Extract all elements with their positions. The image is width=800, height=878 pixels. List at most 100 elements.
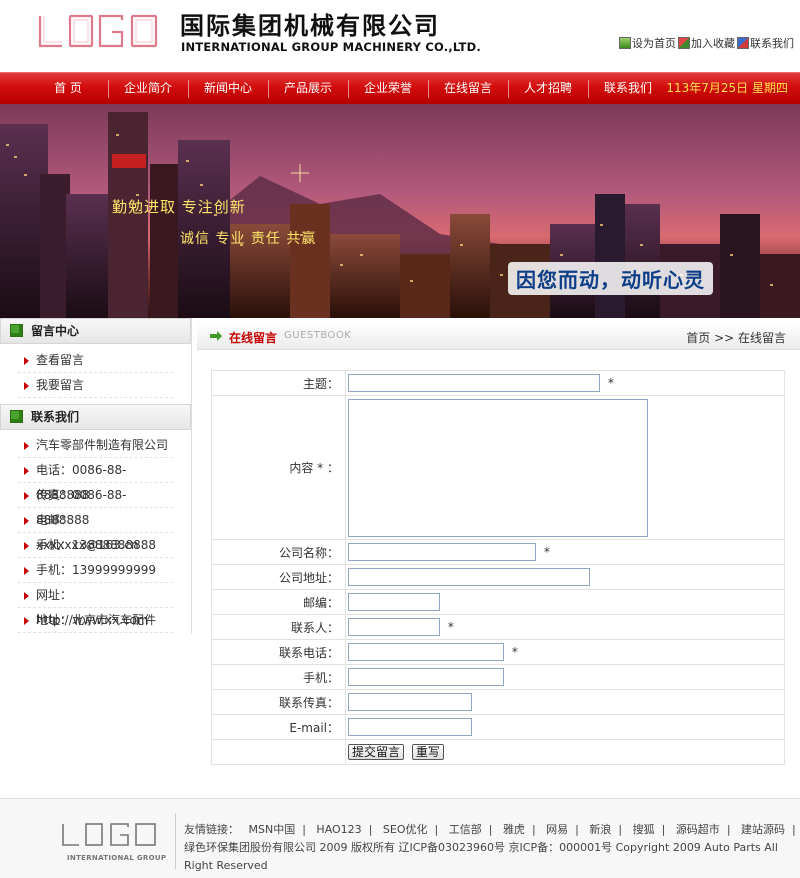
friend-link[interactable]: 新浪 [589, 823, 611, 836]
section-title: 在线留言 [229, 331, 278, 345]
contact-phone: 电话：0086-88-8888888 [18, 458, 173, 502]
friend-link[interactable]: 雅虎 [503, 823, 525, 836]
reset-button[interactable]: 重写 [411, 744, 444, 760]
phone-input[interactable] [348, 643, 504, 661]
contact-address: 地址：北京市汽车配件 [18, 608, 173, 633]
email-label: E-mail： [211, 714, 346, 740]
copyright-text: 绿色环保集团股份有限公司 2009 版权所有 辽ICP备03023960号 京I… [184, 841, 778, 872]
sidebar-heading-contact: 联系我们 [0, 404, 191, 430]
form-row-fax: 联系传真： [211, 689, 785, 715]
bookmark-icon [678, 37, 690, 49]
guestbook-menu: 查看留言 我要留言 [18, 348, 173, 398]
friend-link[interactable]: MSN中国 [249, 823, 296, 836]
zip-input[interactable] [348, 593, 440, 611]
form-row-contact: 联系人： * [211, 614, 785, 640]
friend-link[interactable]: 建站源码 [741, 823, 785, 836]
friend-link[interactable]: 搜狐 [633, 823, 655, 836]
content-textarea[interactable] [348, 398, 648, 537]
contact-company: 汽车零部件制造有限公司 [18, 433, 173, 458]
guestbook-form: 主题： * 内容 * ： 公司名称： * 公司地址： 邮编： 联系人： * 联系… [211, 370, 785, 765]
contact-person-label: 联系人： [211, 614, 346, 640]
fax-label: 联系传真： [211, 689, 346, 715]
cube-icon [10, 410, 23, 423]
sidebar-item-leave-message[interactable]: 我要留言 [18, 373, 173, 398]
set-homepage-label: 设为首页 [632, 37, 676, 50]
footer-logo [62, 823, 156, 846]
required-mark: * [543, 544, 550, 559]
footer-divider [175, 813, 176, 869]
mobile-input[interactable] [348, 668, 504, 686]
cube-icon [10, 324, 23, 337]
add-favorite-label: 加入收藏 [691, 37, 735, 50]
nav-item-guestbook[interactable]: 在线留言 [428, 73, 508, 104]
banner-slogan-3: 因您而动，动听心灵 [508, 262, 713, 295]
arrow-right-icon [210, 331, 222, 341]
current-date: 113年7月25日 星期四 [666, 81, 788, 95]
contact-us-label: 联系我们 [750, 37, 794, 50]
zip-label: 邮编： [211, 589, 346, 615]
form-row-zip: 邮编： [211, 589, 785, 615]
company-input[interactable] [348, 543, 536, 561]
company-name-cn: 国际集团机械有限公司 [180, 12, 440, 40]
set-homepage-link[interactable]: 设为首页 [619, 35, 676, 51]
company-label: 公司名称： [211, 539, 346, 565]
phone-label: 联系电话： [211, 639, 346, 665]
contact-mobile-1: 手机：13888888888 [18, 533, 173, 558]
home-icon [619, 37, 631, 49]
address-label: 公司地址： [211, 564, 346, 590]
neon-sign [112, 154, 146, 168]
logo[interactable] [36, 12, 162, 52]
nav-item-contact[interactable]: 联系我们 [588, 73, 668, 104]
friend-links: 友情链接： MSN中国 | HAO123 | SEO优化 | 工信部 | 雅虎 | 网易 |… [184, 823, 796, 836]
submit-button[interactable]: 提交留言 [348, 744, 405, 760]
nav-item-home[interactable]: 首 页 [28, 73, 108, 104]
form-row-content: 内容 * ： [211, 395, 785, 540]
friend-link[interactable]: SEO优化 [383, 823, 428, 836]
sidebar-heading-guestbook: 留言中心 [0, 318, 191, 344]
sidebar-item-view-messages[interactable]: 查看留言 [18, 348, 173, 373]
top-links: 设为首页 加入收藏 联系我们 [619, 35, 794, 51]
form-row-address: 公司地址： [211, 564, 785, 590]
site-footer: INTERNATIONAL GROUP 友情链接： MSN中国 | HAO123 |… [0, 798, 800, 878]
nav-item-products[interactable]: 产品展示 [268, 73, 348, 104]
form-row-mobile: 手机： [211, 664, 785, 690]
site-header: 国际集团机械有限公司 INTERNATIONAL GROUP MACHINERY… [0, 0, 800, 72]
contact-info-list: 汽车零部件制造有限公司 电话：0086-88-8888888 传真：0086-8… [18, 433, 173, 633]
banner-slogan-2: 诚信 专业 责任 共赢 [180, 231, 317, 247]
friend-link[interactable]: 工信部 [449, 823, 482, 836]
sidebar-heading-label: 留言中心 [31, 324, 80, 338]
contact-website: 网址：http://www.xx.com [18, 583, 173, 627]
mobile-label: 手机： [211, 664, 346, 690]
friend-links-label: 友情链接： [184, 823, 239, 836]
nav-item-about[interactable]: 企业简介 [108, 73, 188, 104]
breadcrumb[interactable]: 首页 >> 在线留言 [686, 329, 786, 346]
section-header: 在线留言 GUESTBOOK 首页 >> 在线留言 [197, 322, 800, 350]
nav-item-honors[interactable]: 企业荣誉 [348, 73, 428, 104]
contact-person-input[interactable] [348, 618, 440, 636]
subject-label: 主题： [211, 370, 346, 396]
friend-link[interactable]: HAO123 [316, 823, 361, 836]
required-mark: * [607, 375, 614, 390]
address-input[interactable] [348, 568, 590, 586]
required-mark: * [447, 619, 454, 634]
subject-input[interactable] [348, 374, 600, 392]
sidebar: 留言中心 查看留言 我要留言 联系我们 汽车零部件制造有限公司 电话：0086-… [0, 318, 192, 634]
contact-us-link[interactable]: 联系我们 [737, 35, 794, 51]
nav-item-news[interactable]: 新闻中心 [188, 73, 268, 104]
nav-item-jobs[interactable]: 人才招聘 [508, 73, 588, 104]
friend-link[interactable]: 网易 [546, 823, 568, 836]
banner-slogan-1: 勤勉进取 专注创新 [112, 198, 246, 216]
contact-fax: 传真：0086-88-8888888 [18, 483, 173, 527]
fax-input[interactable] [348, 693, 472, 711]
main-content: 在线留言 GUESTBOOK 首页 >> 在线留言 主题： * 内容 * ： 公… [197, 318, 800, 782]
form-row-email: E-mail： [211, 714, 785, 740]
form-row-phone: 联系电话： * [211, 639, 785, 665]
footer-logo-sub: INTERNATIONAL GROUP [67, 854, 167, 862]
banner-image: 勤勉进取 专注创新 诚信 专业 责任 共赢 因您而动，动听心灵 [0, 104, 800, 318]
required-mark: * [511, 644, 518, 659]
friend-link[interactable]: 源码超市 [676, 823, 720, 836]
section-title-en: GUESTBOOK [284, 330, 352, 341]
contact-icon [737, 37, 749, 49]
email-input[interactable] [348, 718, 472, 736]
add-favorite-link[interactable]: 加入收藏 [678, 35, 735, 51]
